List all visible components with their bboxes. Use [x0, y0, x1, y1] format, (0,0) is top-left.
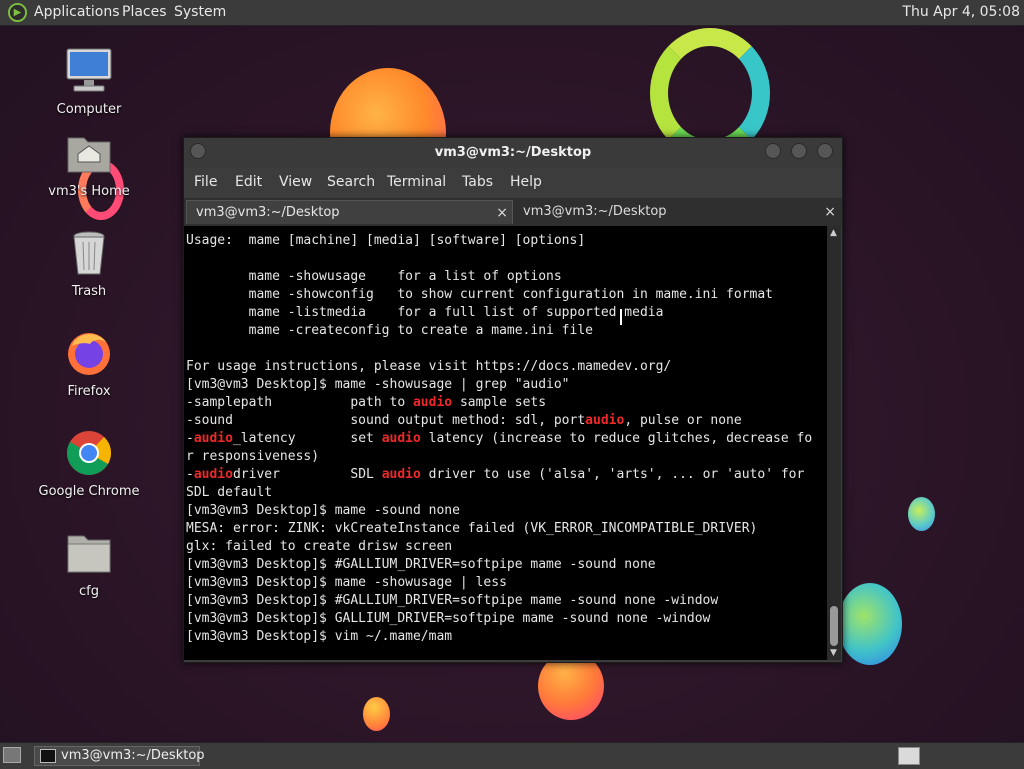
desktop-icon-label: cfg	[79, 584, 99, 599]
line-text: r responsiveness)	[186, 449, 320, 464]
panel-clock[interactable]: Thu Apr 4, 05:08	[902, 4, 1020, 20]
desktop-icon-label: Firefox	[67, 384, 111, 399]
workspace-switcher[interactable]	[898, 747, 920, 765]
chrome-icon	[64, 428, 114, 478]
scroll-up-icon[interactable]: ▲	[830, 228, 837, 238]
taskbar-label: vm3@vm3:~/Desktop	[61, 748, 205, 763]
line-text: sample sets	[452, 395, 547, 410]
terminal-window[interactable]: vm3@vm3:~/Desktop File Edit View Search …	[183, 137, 843, 663]
line-text: -samplepath path to	[186, 395, 413, 410]
line-text: -	[186, 467, 194, 482]
desktop-icon-trash[interactable]: Trash	[34, 228, 144, 299]
trash-icon	[64, 228, 114, 278]
desktop-icon-label: Trash	[71, 284, 107, 299]
wallpaper-small-orange-blob	[363, 697, 390, 731]
tab-label: vm3@vm3:~/Desktop	[523, 204, 667, 219]
match-highlight: audio	[585, 413, 625, 428]
terminal-line-grep: -audio_latency set audio latency (increa…	[186, 430, 812, 448]
top-panel: Applications Places System Thu Apr 4, 05…	[0, 0, 1024, 26]
menu-search[interactable]: Search	[327, 174, 375, 190]
match-highlight: audio	[193, 431, 233, 446]
tab-1[interactable]: vm3@vm3:~/Desktop ×	[186, 200, 513, 224]
line-text: driver to use ('alsa', 'arts', ... or 'a…	[420, 467, 805, 482]
desktop-icon-cfg[interactable]: cfg	[34, 528, 144, 599]
close-tab-icon[interactable]: ×	[824, 200, 836, 224]
match-highlight: audio	[193, 467, 233, 482]
terminal-line: [vm3@vm3 Desktop]$ #GALLIUM_DRIVER=softp…	[186, 557, 656, 572]
minimize-button[interactable]	[765, 143, 781, 159]
terminal-line-grep: r responsiveness)	[186, 448, 319, 466]
terminal-line-grep: SDL default	[186, 484, 272, 502]
line-text: , pulse or none	[624, 413, 742, 428]
tab-bar: vm3@vm3:~/Desktop × vm3@vm3:~/Desktop ×	[184, 198, 842, 226]
scroll-thumb[interactable]	[830, 606, 838, 646]
wallpaper-blue-blob	[838, 583, 902, 665]
close-tab-icon[interactable]: ×	[496, 201, 508, 225]
terminal-line-grep: -samplepath path to audio sample sets	[186, 394, 546, 412]
desktop-icon-firefox[interactable]: Firefox	[34, 328, 144, 399]
maximize-button[interactable]	[791, 143, 807, 159]
terminal-output[interactable]: Usage: mame [machine] [media] [software]…	[184, 226, 827, 660]
firefox-icon	[64, 328, 114, 378]
menu-bar: File Edit View Search Terminal Tabs Help	[184, 168, 842, 196]
folder-icon	[64, 528, 114, 578]
terminal-line: [vm3@vm3 Desktop]$ mame -showusage | gre…	[186, 377, 570, 392]
menu-help[interactable]: Help	[510, 174, 542, 190]
terminal-line: MESA: error: ZINK: vkCreateInstance fail…	[186, 521, 758, 536]
line-text: latency (increase to reduce glitches, de…	[420, 431, 813, 446]
terminal-line: [vm3@vm3 Desktop]$ mame -sound none	[186, 503, 460, 518]
match-highlight: audio	[412, 395, 453, 410]
show-desktop-icon[interactable]	[3, 747, 21, 763]
line-text: -	[186, 431, 194, 446]
close-window-button[interactable]	[817, 143, 833, 159]
menu-terminal[interactable]: Terminal	[387, 174, 446, 190]
tab-2[interactable]: vm3@vm3:~/Desktop ×	[514, 200, 840, 224]
terminal-line: mame -listmedia for a full list of suppo…	[186, 305, 664, 320]
mouse-ibeam-cursor	[620, 309, 622, 325]
window-title: vm3@vm3:~/Desktop	[434, 145, 592, 160]
desktop-icon-label: Google Chrome	[38, 484, 140, 499]
bottom-panel: vm3@vm3:~/Desktop	[0, 742, 1024, 769]
terminal-scrollbar[interactable]: ▲ ▼	[827, 226, 841, 660]
desktop-icon-home[interactable]: vm3's Home	[34, 128, 144, 199]
match-highlight: audio	[381, 467, 421, 482]
places-menu[interactable]: Places	[122, 4, 167, 20]
line-text: SDL default	[186, 485, 273, 500]
terminal-line: mame -showusage for a list of options	[186, 269, 562, 284]
desktop-icon-label: vm3's Home	[48, 184, 130, 199]
scroll-down-icon[interactable]: ▼	[830, 648, 837, 658]
terminal-line: Usage: mame [machine] [media] [software]…	[186, 233, 586, 248]
terminal-line: glx: failed to create drisw screen	[186, 539, 453, 554]
terminal-icon	[40, 749, 56, 763]
terminal-line: [vm3@vm3 Desktop]$ #GALLIUM_DRIVER=softp…	[186, 593, 719, 608]
taskbar-terminal-button[interactable]: vm3@vm3:~/Desktop	[34, 746, 205, 766]
terminal-line: mame -createconfig to create a mame.ini …	[186, 323, 593, 338]
terminal-line: [vm3@vm3 Desktop]$ mame -showusage | les…	[186, 575, 507, 590]
match-highlight: audio	[381, 431, 421, 446]
menu-tabs[interactable]: Tabs	[462, 174, 493, 190]
desktop-icon-label: Computer	[56, 102, 122, 117]
wallpaper-small-blue-blob	[908, 497, 935, 531]
line-text: driver SDL	[232, 467, 382, 482]
computer-icon	[64, 46, 114, 96]
mate-logo-icon[interactable]	[8, 3, 27, 22]
system-menu[interactable]: System	[174, 4, 226, 20]
terminal-line: For usage instructions, please visit htt…	[186, 359, 672, 374]
desktop-icon-computer[interactable]: Computer	[34, 46, 144, 117]
title-bar[interactable]: vm3@vm3:~/Desktop	[184, 138, 842, 168]
menu-file[interactable]: File	[194, 174, 217, 190]
terminal-line-grep: -audiodriver SDL audio driver to use ('a…	[186, 466, 804, 484]
terminal-line: mame -showconfig to show current configu…	[186, 287, 773, 302]
line-text: -sound sound output method: sdl, port	[186, 413, 586, 428]
tab-label: vm3@vm3:~/Desktop	[196, 205, 340, 220]
terminal-line: [vm3@vm3 Desktop]$ GALLIUM_DRIVER=softpi…	[186, 611, 711, 626]
terminal-prompt-line[interactable]: [vm3@vm3 Desktop]$ vim ~/.mame/mam	[186, 628, 452, 646]
applications-menu[interactable]: Applications	[34, 4, 120, 20]
terminal-line-grep: -sound sound output method: sdl, portaud…	[186, 412, 742, 430]
menu-view[interactable]: View	[279, 174, 312, 190]
menu-edit[interactable]: Edit	[235, 174, 262, 190]
desktop-icon-google-chrome[interactable]: Google Chrome	[34, 428, 144, 499]
home-folder-icon	[64, 128, 114, 178]
line-text: _latency set	[232, 431, 382, 446]
